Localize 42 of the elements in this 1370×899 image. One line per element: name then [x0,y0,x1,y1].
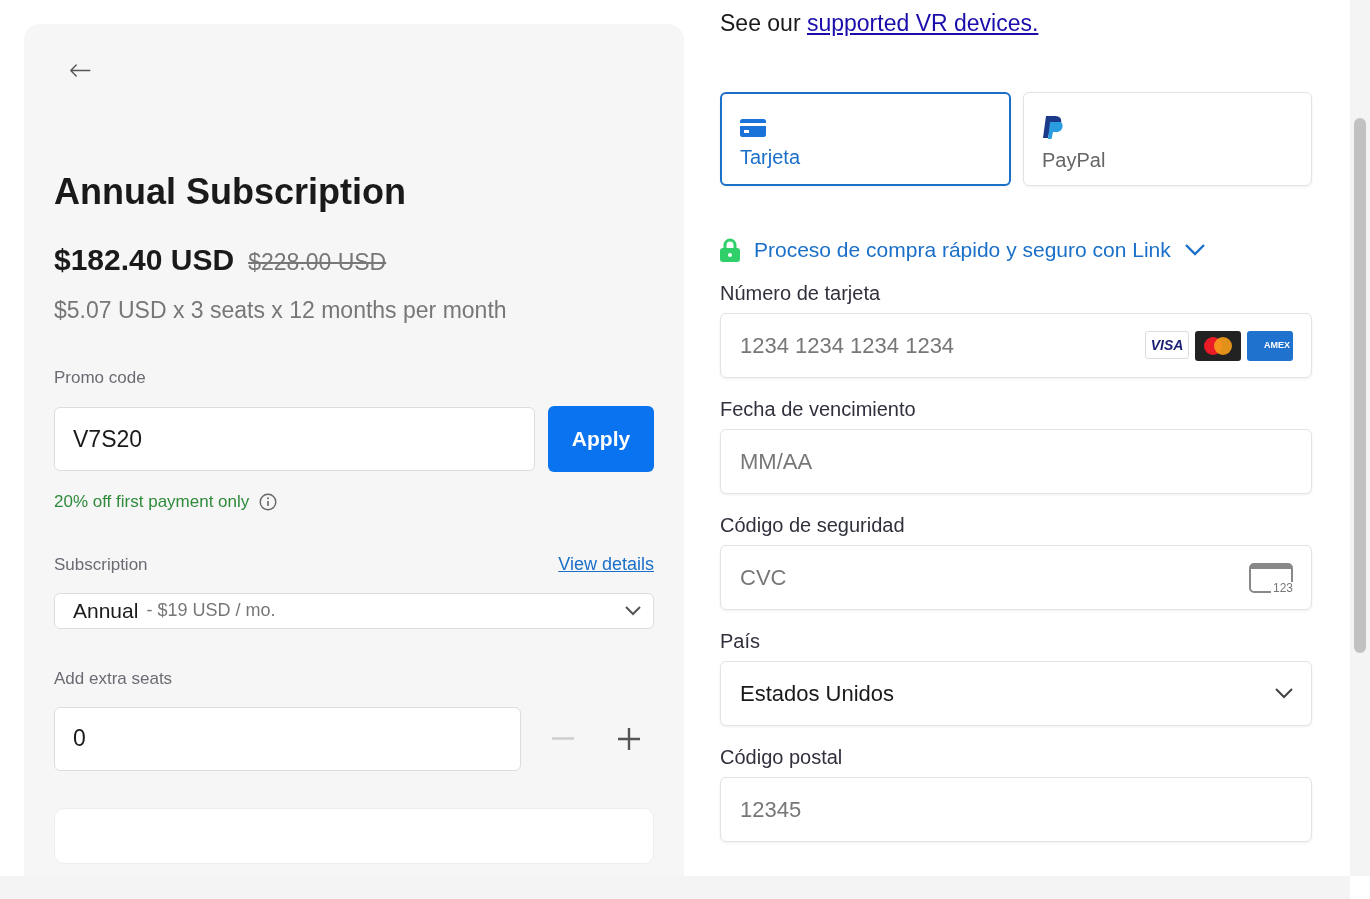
original-price: $228.00 USD [248,249,387,277]
price-breakdown: $5.07 USD x 3 seats x 12 months per month [54,297,508,325]
minus-icon [551,737,574,741]
price: $182.40 USD [54,243,235,278]
input-field[interactable]: MM/AA [720,429,1312,494]
intro-text: See our supported VR devices. [720,10,1040,37]
visa-logo-icon: VISA [1145,330,1189,359]
link-checkout-toggle[interactable]: Proceso de compra rápido y seguro con Link [720,238,1312,262]
chevron-down-icon [1184,244,1205,256]
payment-method-tab[interactable]: Tarjeta [720,92,1011,186]
chevron-down-icon [625,605,641,616]
amex-logo-icon: AMEX [1247,330,1293,361]
card-number-field[interactable]: 1234 1234 1234 1234 VISA AMEX [720,313,1312,378]
seats-label: Add extra seats [54,668,174,689]
apply-button[interactable]: Apply [548,406,654,473]
country-select[interactable]: Estados Unidos [720,661,1312,726]
info-icon[interactable] [259,493,278,512]
field-label: País [720,630,762,653]
promo-label: Promo code [54,368,147,389]
vr-devices-link[interactable]: supported VR devices. [806,10,1039,36]
field-label: Código postal [720,746,844,769]
view-details-link[interactable]: View details [558,554,654,576]
field-label: Fecha de vencimiento [720,398,917,421]
subscription-select[interactable]: Annual - $19 USD / mo. [54,593,654,629]
lock-icon [720,238,740,262]
paypal-icon [1042,114,1064,141]
promo-code-field[interactable]: V7S20 [54,407,535,472]
payment-method-tab[interactable]: PayPal [1023,92,1312,186]
field-label: Número de tarjeta [720,282,882,305]
chevron-down-icon [1275,688,1293,699]
vertical-scrollbar[interactable] [1350,0,1370,876]
subscription-label: Subscription [54,555,148,576]
field-label: Código de seguridad [720,514,906,537]
seats-field[interactable]: 0 [54,706,522,771]
cvc-field[interactable]: CVC 123 [720,545,1312,610]
plan-title: Annual Subscription [54,171,407,214]
mastercard-logo-icon [1195,330,1241,361]
credit-card-icon [740,117,766,138]
discount-note: 20% off first payment only [54,492,250,513]
input-field[interactable]: 12345 [720,777,1312,842]
card-back-icon: 123 [1249,562,1293,593]
plus-icon [618,727,641,750]
